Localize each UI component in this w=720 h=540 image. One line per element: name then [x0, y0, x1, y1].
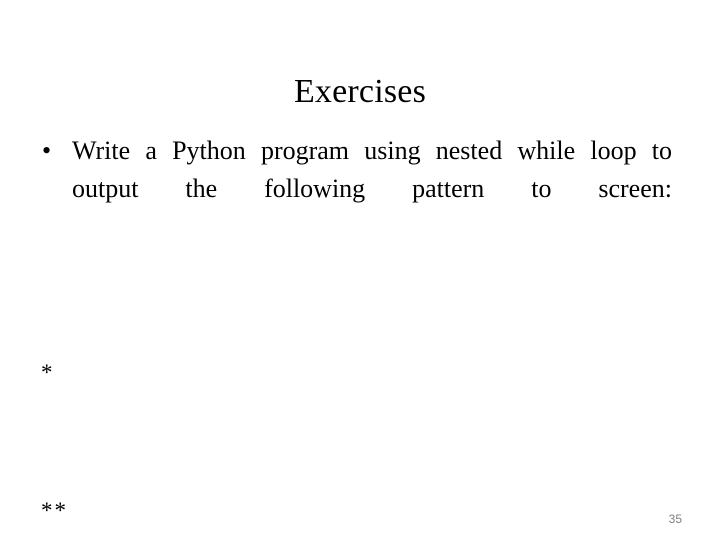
- bullet-list: • Write a Python program using nested wh…: [38, 132, 672, 246]
- star-pattern-row: **: [41, 498, 68, 523]
- list-item: • Write a Python program using nested wh…: [38, 132, 672, 246]
- bullet-item-label: Write a Python program using nested whil…: [72, 136, 672, 203]
- page-title: Exercises: [293, 72, 427, 110]
- star-pattern-block: * ** *** **** *****: [41, 258, 109, 540]
- star-pattern-row: *: [41, 360, 55, 385]
- bullet-point-icon: •: [42, 136, 52, 165]
- slide-canvas: Exercises • Write a Python program using…: [0, 0, 720, 540]
- page-number: 35: [668, 512, 682, 526]
